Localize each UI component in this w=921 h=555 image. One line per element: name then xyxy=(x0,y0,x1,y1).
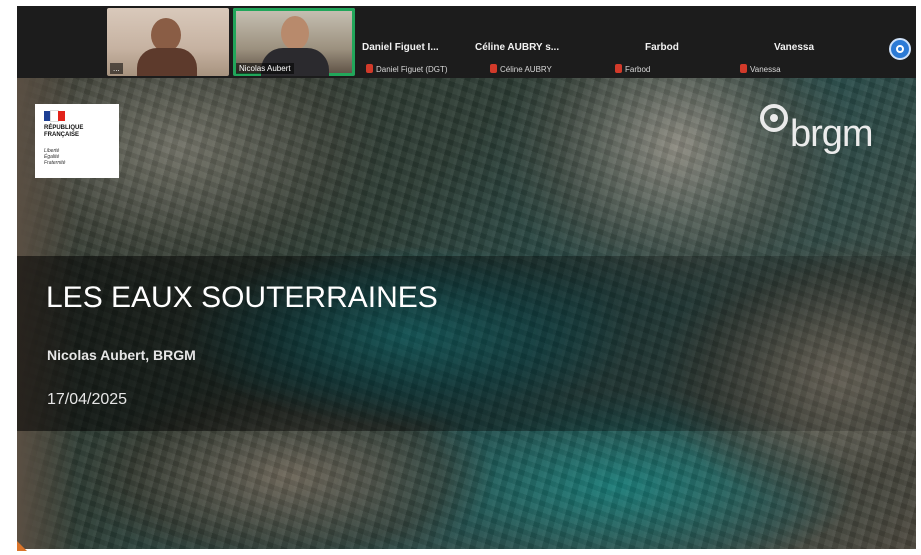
mic-muted-icon xyxy=(366,64,373,73)
meeting-participants-bar: ... Nicolas Aubert Daniel Figuet I... Cé… xyxy=(17,6,916,78)
participant-body xyxy=(137,48,197,76)
participant-head xyxy=(281,16,309,50)
slide-date: 17/04/2025 xyxy=(47,391,128,408)
brgm-logo: brgm xyxy=(760,100,886,166)
mute-label: Farbod xyxy=(625,65,651,74)
republique-francaise-logo: RÉPUBLIQUE FRANÇAISE Liberté Égalité Fra… xyxy=(35,104,119,178)
participant-header-name[interactable]: Céline AUBRY s... xyxy=(475,42,559,53)
participant-video-tile-active[interactable]: Nicolas Aubert xyxy=(233,8,355,76)
participant-name-label: Nicolas Aubert xyxy=(236,63,294,74)
slide-title: LES EAUX SOUTERRAINES xyxy=(46,281,438,314)
flag-stripe-red xyxy=(58,111,65,121)
brgm-mark-icon xyxy=(760,104,788,132)
participant-header-name[interactable]: Farbod xyxy=(645,42,679,53)
participants-info-button[interactable] xyxy=(889,38,911,60)
brgm-wordmark: brgm xyxy=(790,113,874,155)
mute-label: Daniel Figuet (DGT) xyxy=(376,65,448,74)
mic-muted-icon xyxy=(490,64,497,73)
mute-label: Vanessa xyxy=(750,65,781,74)
participant-header-name[interactable]: Daniel Figuet I... xyxy=(362,42,439,53)
participant-mute-status: Farbod xyxy=(615,64,650,76)
logo-motto: Liberté Égalité Fraternité xyxy=(44,148,66,166)
flag-icon xyxy=(44,110,65,122)
flag-stripe-blue xyxy=(44,111,51,121)
participant-mute-status: Céline AUBRY xyxy=(490,64,552,76)
shared-screen xyxy=(17,6,916,549)
participant-mute-status: Daniel Figuet (DGT) xyxy=(366,64,448,76)
logo-wordmark: RÉPUBLIQUE FRANÇAISE xyxy=(44,125,84,138)
participant-video-tile[interactable]: ... xyxy=(107,8,229,76)
participant-head xyxy=(151,18,181,52)
participant-name-label: ... xyxy=(110,63,123,74)
mic-muted-icon xyxy=(615,64,622,73)
participant-mute-status: Vanessa xyxy=(740,64,781,76)
slide-author: Nicolas Aubert, BRGM xyxy=(47,347,196,363)
mute-label: Céline AUBRY xyxy=(500,65,552,74)
flag-stripe-white xyxy=(50,110,59,122)
mic-muted-icon xyxy=(740,64,747,73)
participant-header-name[interactable]: Vanessa xyxy=(774,42,814,53)
